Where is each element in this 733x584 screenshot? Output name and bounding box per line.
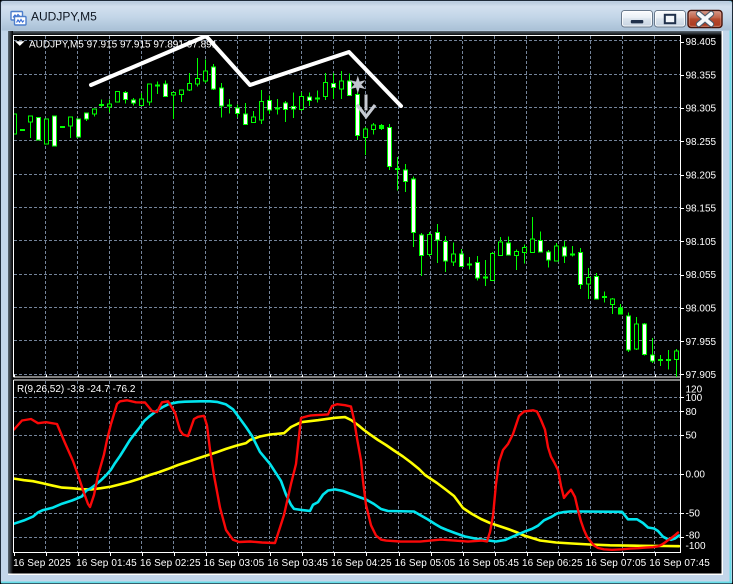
svg-text:16 Sep 03:05: 16 Sep 03:05 <box>204 558 265 569</box>
svg-text:AUDJPY,M5: AUDJPY,M5 <box>31 10 97 24</box>
svg-text:97.905: 97.905 <box>686 370 717 381</box>
svg-text:98.055: 98.055 <box>686 270 717 281</box>
svg-text:16 Sep 07:05: 16 Sep 07:05 <box>586 558 647 569</box>
svg-text:98.255: 98.255 <box>686 137 717 148</box>
svg-text:16 Sep 01:45: 16 Sep 01:45 <box>76 558 137 569</box>
svg-text:98.155: 98.155 <box>686 204 717 215</box>
svg-text:16 Sep 03:45: 16 Sep 03:45 <box>267 558 328 569</box>
svg-text:16 Sep 05:05: 16 Sep 05:05 <box>395 558 456 569</box>
svg-text:-100: -100 <box>686 541 706 552</box>
svg-text:98.355: 98.355 <box>686 70 717 81</box>
svg-text:16 Sep 04:25: 16 Sep 04:25 <box>331 558 392 569</box>
svg-text:16 Sep 02:25: 16 Sep 02:25 <box>140 558 201 569</box>
svg-text:50: 50 <box>686 431 698 442</box>
svg-text:16 Sep 2025: 16 Sep 2025 <box>13 558 71 569</box>
svg-text:98.405: 98.405 <box>686 37 717 48</box>
svg-text:16 Sep 05:45: 16 Sep 05:45 <box>458 558 519 569</box>
svg-text:98.005: 98.005 <box>686 304 717 315</box>
svg-text:98.105: 98.105 <box>686 237 717 248</box>
svg-text:-80: -80 <box>686 531 701 542</box>
svg-text:-50: -50 <box>686 509 701 520</box>
svg-text:98.305: 98.305 <box>686 104 717 115</box>
svg-text:98.205: 98.205 <box>686 170 717 181</box>
svg-text:97.955: 97.955 <box>686 337 717 348</box>
svg-text:0.00: 0.00 <box>686 470 706 481</box>
svg-text:16 Sep 06:25: 16 Sep 06:25 <box>522 558 583 569</box>
svg-text:80: 80 <box>686 407 698 418</box>
svg-text:R(9,26,52) -3.8 -24.7 -76.2: R(9,26,52) -3.8 -24.7 -76.2 <box>17 384 136 395</box>
svg-text:100: 100 <box>686 393 703 404</box>
svg-text:16 Sep 07:45: 16 Sep 07:45 <box>649 558 710 569</box>
